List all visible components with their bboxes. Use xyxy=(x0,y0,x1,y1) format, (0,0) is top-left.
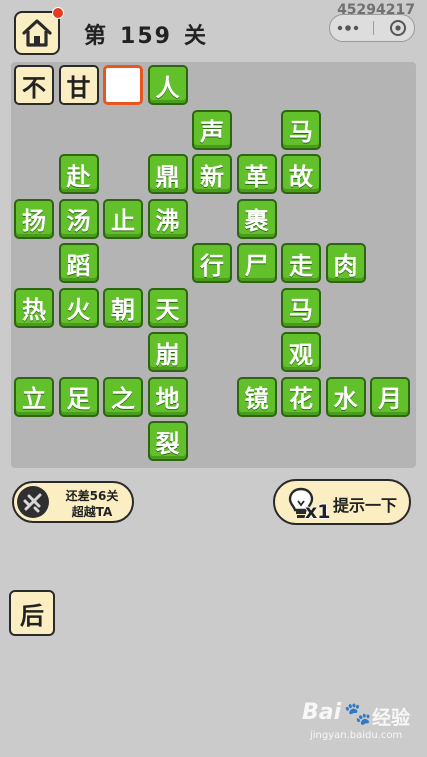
watermark-brand-cn: 经验 xyxy=(372,707,411,729)
watermark-url: jingyan.baidu.com xyxy=(310,730,403,741)
grid-cell: 扬 xyxy=(14,198,54,239)
grid-cell: 崩 xyxy=(147,332,188,372)
grid-cell: 热 xyxy=(14,287,54,328)
grid-cell: 尸 xyxy=(236,243,277,283)
home-button[interactable] xyxy=(14,11,60,55)
grid-cell[interactable]: 甘 xyxy=(58,65,99,105)
level-title: 第 159 关 xyxy=(84,18,220,50)
grid-cell: 天 xyxy=(147,287,188,328)
grid-cell: 止 xyxy=(103,198,143,239)
paw-icon: 🐾 xyxy=(344,702,372,727)
capsule-divider xyxy=(373,21,375,35)
level-suffix: 关 xyxy=(183,24,208,49)
miniprogram-capsule[interactable] xyxy=(329,14,415,42)
grid-cell: 声 xyxy=(192,109,232,150)
crossword-board: 不甘人声马赴鼎新革故扬汤止沸裹蹈行尸走肉热火朝天马崩观立足之地镜花水月裂 xyxy=(11,62,416,468)
grid-cell: 火 xyxy=(58,287,99,328)
grid-cell: 走 xyxy=(281,243,321,283)
grid-cell: 行 xyxy=(192,243,232,283)
grid-cell: 汤 xyxy=(58,198,99,239)
grid-cell: 镜 xyxy=(236,376,277,417)
notification-dot xyxy=(52,7,64,19)
airplane-icon xyxy=(23,493,42,513)
progress-badge[interactable]: 还差56关 超越TA xyxy=(12,481,134,523)
grid-cell: 月 xyxy=(370,376,410,417)
avatar xyxy=(17,486,49,518)
grid-cell: 足 xyxy=(58,376,99,417)
progress-line1: 还差56关 xyxy=(65,489,119,503)
grid-cell: 之 xyxy=(103,376,143,417)
hint-label: 提示一下 xyxy=(333,496,398,515)
grid-cell: 肉 xyxy=(325,243,366,283)
grid-cell: 人 xyxy=(147,65,188,105)
grid-cell: 新 xyxy=(192,154,232,194)
grid-cell[interactable]: 不 xyxy=(14,65,54,105)
grid-cell: 故 xyxy=(281,154,321,194)
grid-cell: 沸 xyxy=(147,198,188,239)
level-number: 159 xyxy=(120,24,172,49)
grid-cell: 观 xyxy=(281,332,321,372)
grid-cell: 鼎 xyxy=(147,154,188,194)
grid-cell: 裂 xyxy=(147,421,188,461)
side-tile-button[interactable]: 后 xyxy=(9,590,55,636)
grid-cell: 裹 xyxy=(236,198,277,239)
hint-count: x1 xyxy=(305,501,331,523)
close-circle-icon[interactable] xyxy=(389,19,407,37)
grid-cell: 立 xyxy=(14,376,54,417)
grid-cell: 革 xyxy=(236,154,277,194)
hint-button[interactable]: x1 提示一下 xyxy=(273,479,411,525)
empty-answer-cell[interactable] xyxy=(103,65,143,105)
grid-cell: 马 xyxy=(281,109,321,150)
grid-cell: 赴 xyxy=(58,154,99,194)
level-prefix: 第 xyxy=(84,24,109,49)
more-dots-icon[interactable] xyxy=(337,24,359,32)
grid-cell: 水 xyxy=(325,376,366,417)
grid-cell: 花 xyxy=(281,376,321,417)
grid-cell: 地 xyxy=(147,376,188,417)
grid-cell: 朝 xyxy=(103,287,143,328)
grid-cell: 蹈 xyxy=(58,243,99,283)
watermark-brand: Bai xyxy=(302,700,342,725)
home-icon xyxy=(22,19,52,47)
grid-cell: 马 xyxy=(281,287,321,328)
baidu-watermark: Bai 🐾 经验 jingyan.baidu.com xyxy=(302,700,422,750)
progress-line2: 超越TA xyxy=(71,505,113,519)
